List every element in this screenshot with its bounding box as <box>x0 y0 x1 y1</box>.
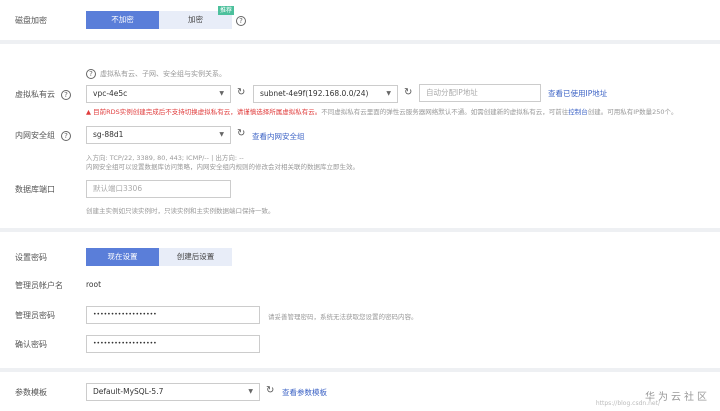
chevron-down-icon: ▼ <box>219 90 224 97</box>
view-used-ip-link[interactable]: 查看已使用IP地址 <box>548 88 607 99</box>
help-icon[interactable]: ? <box>61 90 71 100</box>
db-port-hint: 创建主实例如只读实例时，只读实例和主实例数据端口保持一致。 <box>86 207 275 215</box>
subnet-select[interactable]: subnet-4e9f(192.168.0.0/24) ▼ <box>253 85 398 103</box>
warning-tail-text: 创建。可用私有IP数量250个。 <box>587 108 678 116</box>
security-group-select[interactable]: sg-88d1 ▼ <box>86 126 231 144</box>
ip-address-input[interactable]: 自动分配IP地址 <box>419 84 541 102</box>
admin-password-label: 管理员密码 <box>15 311 55 320</box>
security-group-value: sg-88d1 <box>93 130 124 139</box>
help-icon[interactable]: ? <box>61 131 71 141</box>
vpc-select[interactable]: vpc-4e5c ▼ <box>86 85 231 103</box>
option-no-encryption[interactable]: 不加密 <box>86 11 159 29</box>
vpc-value: vpc-4e5c <box>93 89 128 98</box>
vpc-label: 虚拟私有云? <box>15 89 71 100</box>
disk-encryption-toggle: 不加密 加密 <box>86 11 232 29</box>
refresh-icon[interactable]: ↻ <box>237 87 245 98</box>
confirm-password-input[interactable]: •••••••••••••••••• <box>86 335 260 353</box>
vpc-warning: ▲ 目前RDS实例创建完成后不支持切换虚拟私有云，请谨慎选择所属虚拟私有云。不同… <box>86 106 677 116</box>
admin-password-hint: 请妥善管理密码，系统无法获取您设置的密码内容。 <box>268 313 418 321</box>
help-icon[interactable]: ? <box>236 16 246 26</box>
chevron-down-icon: ▼ <box>386 90 391 97</box>
network-section: ? 虚拟私有云、子网、安全组与实例关系。 虚拟私有云? vpc-4e5c ▼ ↻ s… <box>0 44 720 228</box>
password-section: 设置密码 现在设置 创建后设置 管理员帐户名 root 管理员密码 ••••••… <box>0 232 720 368</box>
refresh-icon[interactable]: ↻ <box>266 385 274 396</box>
admin-password-input[interactable]: •••••••••••••••••• <box>86 306 260 324</box>
disk-encryption-label: 磁盘加密 <box>15 16 47 25</box>
vpc-hint-text: 虚拟私有云、子网、安全组与实例关系。 <box>100 70 226 78</box>
chevron-down-icon: ▼ <box>219 131 224 138</box>
vpc-hint: ? 虚拟私有云、子网、安全组与实例关系。 <box>86 69 226 79</box>
help-icon: ? <box>86 69 96 79</box>
security-group-label-text: 内网安全组 <box>15 131 55 140</box>
console-link[interactable]: 控制台 <box>568 108 588 116</box>
refresh-icon[interactable]: ↻ <box>237 128 245 139</box>
security-group-hint: 内网安全组可以设置数据库访问策略，内网安全组内规则的修改会对相关联的数据库立即生… <box>86 163 359 171</box>
param-template-select[interactable]: Default-MySQL-5.7 ▼ <box>86 383 260 401</box>
security-group-label: 内网安全组? <box>15 130 71 141</box>
subnet-value: subnet-4e9f(192.168.0.0/24) <box>260 89 369 98</box>
confirm-password-label: 确认密码 <box>15 340 47 349</box>
view-param-template-link[interactable]: 查看参数模板 <box>282 387 327 398</box>
param-template-label: 参数模板 <box>15 388 47 397</box>
disk-encryption-section: 磁盘加密 不加密 加密 推荐 ? <box>0 0 720 40</box>
db-port-input[interactable]: 默认端口3306 <box>86 180 231 198</box>
password-setting-toggle: 现在设置 创建后设置 <box>86 248 232 266</box>
param-template-value: Default-MySQL-5.7 <box>93 387 164 396</box>
admin-user-label: 管理员帐户名 <box>15 281 63 290</box>
option-set-now[interactable]: 现在设置 <box>86 248 159 266</box>
password-setting-label: 设置密码 <box>15 253 47 262</box>
vpc-label-text: 虚拟私有云 <box>15 90 55 99</box>
refresh-icon[interactable]: ↻ <box>404 87 412 98</box>
warning-red-text: 目前RDS实例创建完成后不支持切换虚拟私有云，请谨慎选择所属虚拟私有云。 <box>93 108 322 116</box>
watermark-url: https://blog.csdn.net/ <box>595 400 660 407</box>
db-port-label: 数据库端口 <box>15 185 55 194</box>
chevron-down-icon: ▼ <box>248 388 253 395</box>
admin-user-value: root <box>86 280 102 289</box>
recommended-badge: 推荐 <box>218 6 235 15</box>
warning-text: 不同虚拟私有云里面的弹性云服务器网络默认不通。如需创建新的虚拟私有云，可前往 <box>321 108 569 116</box>
option-set-later[interactable]: 创建后设置 <box>159 248 232 266</box>
view-security-group-link[interactable]: 查看内网安全组 <box>252 131 305 142</box>
